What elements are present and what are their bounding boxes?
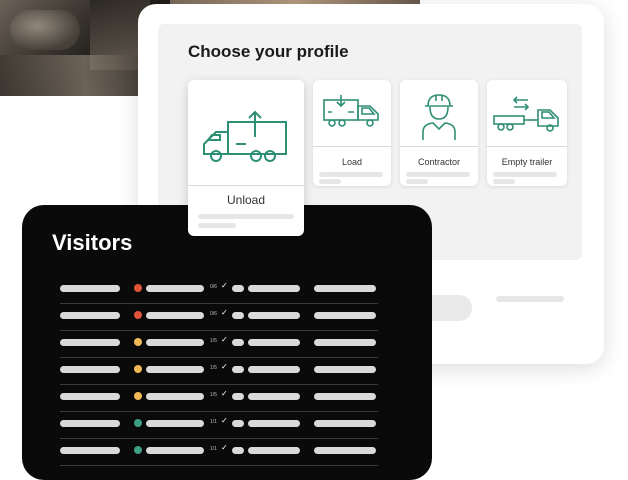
profile-option-contractor[interactable]: Contractor [400,80,478,186]
row-divider [60,465,378,466]
visitor-extra-placeholder [314,285,376,292]
visitor-row[interactable]: 0/6 ✓ [52,278,378,304]
visitor-id-placeholder [232,339,244,346]
visitor-company-placeholder [146,447,204,454]
visitor-row[interactable]: 1/1 ✓ [52,440,378,466]
visitor-extra-placeholder [314,447,376,454]
status-dot [134,338,142,346]
visitor-id-placeholder [232,312,244,319]
document-count: 1/5 [210,365,217,371]
visitor-id-placeholder [232,366,244,373]
check-icon: ✓ [221,362,228,371]
visitor-row[interactable]: 1/5 ✓ [52,332,378,358]
visitor-time-placeholder [248,285,300,292]
visitor-row[interactable]: 0/6 ✓ [52,305,378,331]
row-divider [60,303,378,304]
visitor-time-placeholder [248,312,300,319]
check-icon: ✓ [221,416,228,425]
document-count: 0/6 [210,311,217,317]
visitor-extra-placeholder [314,420,376,427]
visitor-name-placeholder [60,393,120,400]
visitor-name-placeholder [60,366,120,373]
document-count: 1/1 [210,419,217,425]
status-dot [134,284,142,292]
visitor-id-placeholder [232,285,244,292]
visitor-company-placeholder [146,285,204,292]
visitor-name-placeholder [60,420,120,427]
row-divider [60,438,378,439]
visitor-id-placeholder [232,420,244,427]
visitor-time-placeholder [248,339,300,346]
profile-option-label: Empty trailer [501,157,553,167]
visitor-id-placeholder [232,447,244,454]
profile-option-label: Contractor [417,157,461,167]
profile-option-empty-trailer[interactable]: Empty trailer [487,80,567,186]
status-dot [134,365,142,373]
check-icon: ✓ [221,443,228,452]
status-dot [134,446,142,454]
row-divider [60,411,378,412]
status-dot [134,392,142,400]
document-count: 1/5 [210,392,217,398]
visitor-extra-placeholder [314,393,376,400]
profile-option-label: Unload [226,193,266,207]
document-count: 1/5 [210,338,217,344]
load-truck-icon [313,94,391,130]
page-title: Choose your profile [188,42,349,61]
check-icon: ✓ [221,281,228,290]
visitor-company-placeholder [146,366,204,373]
placeholder-text [496,296,564,302]
visitor-row[interactable]: 1/1 ✓ [52,413,378,439]
document-count: 0/6 [210,284,217,290]
visitor-company-placeholder [146,312,204,319]
visitor-row[interactable]: 1/5 ✓ [52,359,378,385]
check-icon: ✓ [221,308,228,317]
visitor-company-placeholder [146,339,204,346]
visitor-time-placeholder [248,393,300,400]
visitor-time-placeholder [248,447,300,454]
visitors-title: Visitors [52,230,133,255]
check-icon: ✓ [221,335,228,344]
document-count: 1/1 [210,446,217,452]
profile-option-label: Load [341,157,363,167]
visitor-time-placeholder [248,366,300,373]
visitor-company-placeholder [146,420,204,427]
visitor-name-placeholder [60,447,120,454]
visitor-extra-placeholder [314,366,376,373]
contractor-icon [400,92,478,142]
visitor-name-placeholder [60,339,120,346]
visitor-extra-placeholder [314,312,376,319]
visitor-id-placeholder [232,393,244,400]
row-divider [60,357,378,358]
visitor-name-placeholder [60,285,120,292]
profile-option-unload[interactable]: Unload [188,80,304,236]
visitor-extra-placeholder [314,339,376,346]
visitor-time-placeholder [248,420,300,427]
status-dot [134,311,142,319]
check-icon: ✓ [221,389,228,398]
visitor-company-placeholder [146,393,204,400]
visitor-row[interactable]: 1/5 ✓ [52,386,378,412]
profile-option-load[interactable]: Load [313,80,391,186]
visitor-name-placeholder [60,312,120,319]
status-dot [134,419,142,427]
row-divider [60,330,378,331]
unload-truck-icon [188,106,304,164]
row-divider [60,384,378,385]
empty-trailer-icon [487,96,567,134]
